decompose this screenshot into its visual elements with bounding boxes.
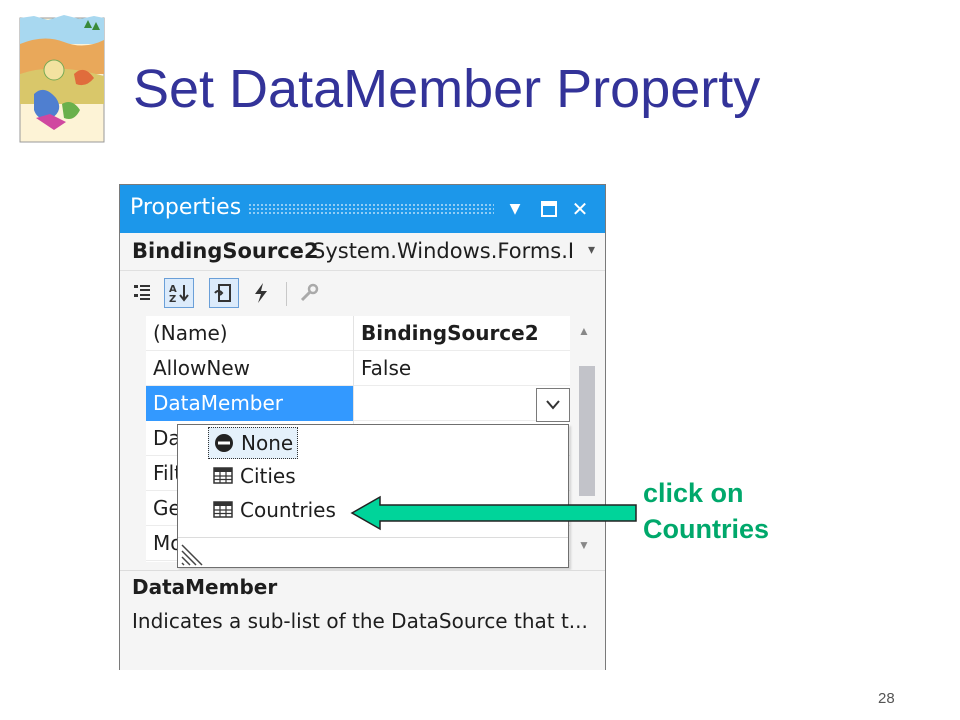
- title-bar[interactable]: Properties ▼ ✕: [120, 185, 605, 233]
- properties-window: Properties ▼ ✕ BindingSource2 System.Win…: [119, 184, 606, 670]
- alphabetical-icon[interactable]: AZ: [164, 278, 194, 308]
- description-text: Indicates a sub-list of the DataSource t…: [132, 609, 588, 633]
- annotation-text: click on Countries: [643, 475, 769, 547]
- resize-grip-icon[interactable]: [180, 539, 208, 567]
- property-row-allownew[interactable]: AllowNew False: [146, 351, 570, 386]
- property-pages-icon[interactable]: [294, 278, 324, 308]
- grid-gutter: [120, 316, 146, 562]
- dropdown-item-countries[interactable]: Countries: [208, 495, 340, 527]
- clipart-image: [19, 15, 105, 143]
- dropdown-item-cities[interactable]: Cities: [208, 461, 300, 493]
- object-selector[interactable]: BindingSource2 System.Windows.Forms.Bir …: [120, 233, 605, 271]
- scroll-down-icon[interactable]: ▼: [578, 538, 590, 552]
- maximize-icon[interactable]: [535, 195, 563, 223]
- table-icon: [212, 461, 234, 495]
- categorized-icon[interactable]: [128, 278, 158, 308]
- property-row-datamember[interactable]: DataMember: [146, 386, 570, 421]
- description-title: DataMember: [132, 575, 278, 599]
- scroll-thumb[interactable]: [579, 366, 595, 496]
- dropdown-divider: [178, 537, 568, 538]
- slide-number: 28: [878, 690, 895, 707]
- properties-icon[interactable]: [209, 278, 239, 308]
- table-icon: [212, 495, 234, 529]
- events-icon[interactable]: [246, 278, 276, 308]
- object-type: System.Windows.Forms.Bir: [312, 239, 572, 263]
- dropdown-item-label: None: [241, 431, 294, 455]
- object-name: BindingSource2: [132, 239, 319, 263]
- property-value[interactable]: False: [355, 351, 570, 386]
- dropdown-item-label: Countries: [240, 498, 336, 522]
- dropdown-item-label: Cities: [240, 464, 296, 488]
- datamember-dropdown-button[interactable]: [536, 388, 570, 422]
- scroll-up-icon[interactable]: ▲: [578, 324, 590, 338]
- close-icon[interactable]: ✕: [566, 195, 594, 223]
- description-panel: DataMember Indicates a sub-list of the D…: [120, 570, 605, 670]
- property-row-name[interactable]: (Name) BindingSource2: [146, 316, 570, 351]
- chevron-down-icon[interactable]: ▾: [588, 241, 595, 258]
- property-name: (Name): [146, 316, 354, 351]
- annotation-line: click on: [643, 478, 744, 508]
- properties-toolbar: AZ: [120, 272, 605, 312]
- annotation-line: Countries: [643, 514, 770, 544]
- window-title: Properties: [130, 195, 242, 220]
- slide-title: Set DataMember Property: [133, 59, 761, 119]
- property-name: DataMember: [146, 386, 354, 421]
- toolbar-separator: [286, 282, 287, 306]
- title-grip[interactable]: [248, 203, 494, 215]
- none-icon: [213, 428, 235, 463]
- pointer-arrow: [350, 495, 637, 531]
- window-options-icon[interactable]: ▼: [501, 195, 529, 223]
- property-value[interactable]: BindingSource2: [355, 316, 570, 351]
- svg-text:Z: Z: [169, 294, 176, 305]
- dropdown-item-none[interactable]: None: [208, 427, 299, 459]
- property-name: AllowNew: [146, 351, 354, 386]
